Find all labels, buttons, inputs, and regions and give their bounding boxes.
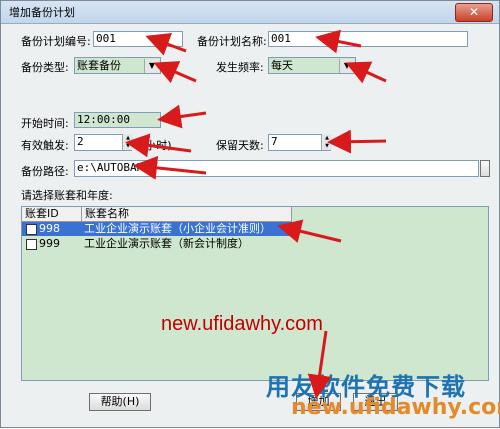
backup-type-value: 账套备份 <box>77 59 121 72</box>
chevron-down-icon: ▼ <box>339 59 354 73</box>
frequency-label: 发生频率: <box>216 61 264 74</box>
trigger-unit: (小时) <box>141 139 172 152</box>
watermark-url-2: new.ufidawhy.com <box>291 395 500 420</box>
backup-type-select[interactable]: 账套备份 ▼ <box>74 57 161 74</box>
retain-days-spinner[interactable]: ▲ ▼ <box>321 134 332 150</box>
trigger-label: 有效触发: <box>21 139 69 152</box>
path-input[interactable]: e:\AUTOBAK\ <box>74 160 479 177</box>
red-arrow-icon <box>153 61 197 84</box>
close-icon: ✕ <box>468 5 480 19</box>
path-label: 备份路径: <box>21 165 69 178</box>
start-time-label: 开始时间: <box>21 117 69 130</box>
close-button[interactable]: ✕ <box>455 3 493 22</box>
grid-header: 账套ID 账套名称 <box>22 207 292 222</box>
window-title: 增加备份计划 <box>9 6 75 19</box>
frequency-value: 每天 <box>271 59 293 72</box>
backup-type-label: 备份类型: <box>21 61 69 74</box>
watermark-url: new.ufidawhy.com <box>161 313 323 335</box>
checkbox[interactable]: ✓ <box>26 224 37 235</box>
account-id: 998 <box>39 222 60 235</box>
plan-name-label: 备份计划名称: <box>197 35 267 48</box>
accounts-section-label: 请选择账套和年度: <box>21 189 113 202</box>
plan-no-input[interactable]: 001 <box>93 31 183 47</box>
red-arrow-icon <box>327 129 387 154</box>
spin-down-icon[interactable]: ▼ <box>322 142 332 150</box>
spin-up-icon[interactable]: ▲ <box>322 134 332 142</box>
browse-button[interactable] <box>480 160 490 177</box>
red-arrow-icon <box>157 104 207 129</box>
add-backup-plan-window: 增加备份计划 ✕ 备份计划编号: 001 备份计划名称: 001 备份类型: 账… <box>0 0 500 428</box>
column-header-id[interactable]: 账套ID <box>22 207 82 221</box>
title-bar: 增加备份计划 ✕ <box>1 1 499 24</box>
retain-days-label: 保留天数: <box>216 139 264 152</box>
trigger-spinner[interactable]: ▲ ▼ <box>122 134 133 150</box>
accounts-grid[interactable]: 账套ID 账套名称 ✓ 998 工业企业演示账套（小企业会计准则） 999 工业… <box>21 206 489 381</box>
help-button[interactable]: 帮助(H) <box>89 393 151 411</box>
chevron-down-icon: ▼ <box>144 59 159 73</box>
table-row[interactable]: ✓ 998 工业企业演示账套（小企业会计准则） <box>22 222 292 236</box>
plan-no-label: 备份计划编号: <box>21 35 91 48</box>
account-name: 工业企业演示账套（新会计制度） <box>84 237 249 250</box>
spin-up-icon[interactable]: ▲ <box>123 134 133 142</box>
frequency-select[interactable]: 每天 ▼ <box>268 57 356 74</box>
spin-down-icon[interactable]: ▼ <box>123 142 133 150</box>
account-id: 999 <box>39 237 60 250</box>
start-time-input[interactable]: 12:00:00 <box>74 112 161 128</box>
checkbox[interactable] <box>26 239 37 250</box>
red-arrow-icon <box>345 61 387 84</box>
table-row[interactable]: 999 工业企业演示账套（新会计制度） <box>22 237 292 251</box>
plan-name-input[interactable]: 001 <box>268 31 468 47</box>
account-name: 工业企业演示账套（小企业会计准则） <box>84 222 271 235</box>
column-header-name[interactable]: 账套名称 <box>82 207 292 221</box>
